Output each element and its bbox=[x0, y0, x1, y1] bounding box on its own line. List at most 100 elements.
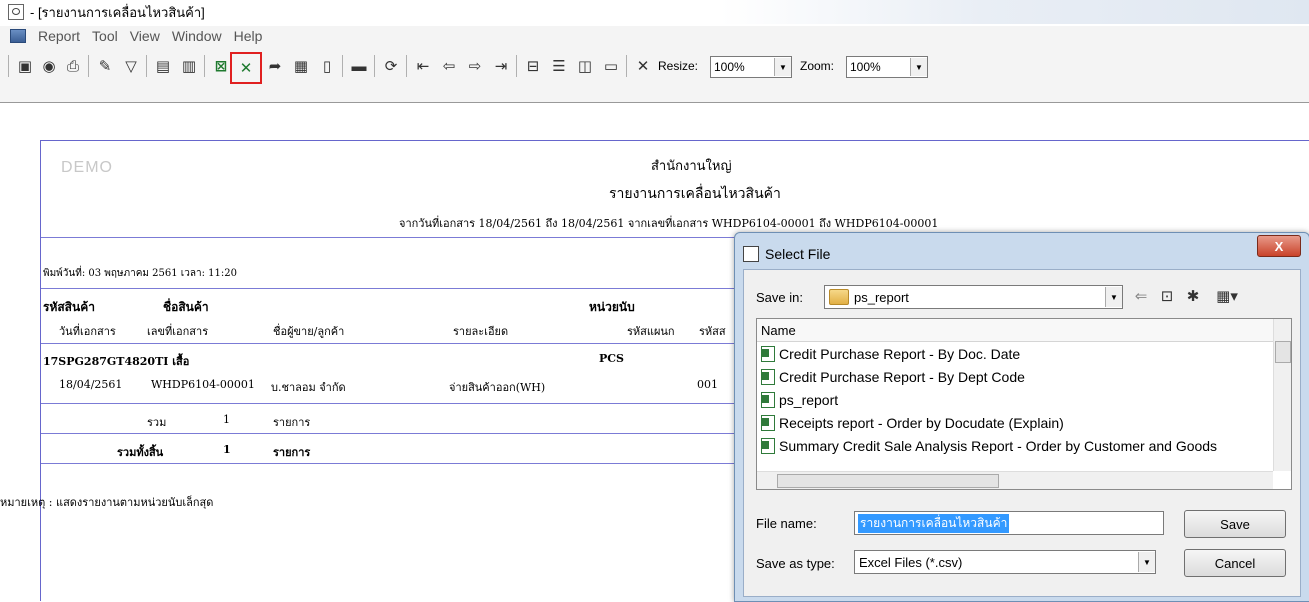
file-item[interactable]: Credit Purchase Report - By Doc. Date bbox=[761, 344, 1273, 364]
file-name: Credit Purchase Report - By Dept Code bbox=[779, 369, 1025, 385]
menu-window[interactable]: Window bbox=[166, 28, 228, 44]
report-setup-icon[interactable]: ▣ bbox=[14, 55, 36, 77]
toolbar-separator bbox=[146, 55, 147, 77]
calc-icon[interactable]: ▬ bbox=[348, 55, 370, 77]
divider bbox=[41, 433, 736, 434]
divider bbox=[41, 343, 736, 344]
column-name-label: Name bbox=[761, 323, 796, 338]
save-type-select[interactable]: Excel Files (*.csv) ▼ bbox=[854, 550, 1156, 574]
menu-report[interactable]: Report bbox=[32, 28, 86, 44]
excel-export-icon[interactable]: ✕ bbox=[230, 52, 262, 84]
dialog-title-bar[interactable]: Select File X bbox=[735, 233, 1309, 269]
menu-help[interactable]: Help bbox=[228, 28, 269, 44]
print-icon[interactable]: ⎙ bbox=[62, 55, 84, 77]
zoom-value: 100% bbox=[850, 60, 881, 74]
vertical-scrollbar[interactable] bbox=[1273, 319, 1291, 471]
layout4-icon[interactable]: ▭ bbox=[600, 55, 622, 77]
first-page-icon[interactable]: ⇤ bbox=[412, 55, 434, 77]
file-name-input[interactable]: รายงานการเคลื่อนไหวสินค้า bbox=[854, 511, 1164, 535]
item-unit: PCS bbox=[599, 352, 624, 365]
chevron-down-icon[interactable]: ▼ bbox=[1105, 287, 1122, 307]
scroll-thumb[interactable] bbox=[777, 474, 999, 488]
up-folder-icon[interactable]: ⊡ bbox=[1156, 285, 1178, 307]
grand-total-label: รวมทั้งสิ้น bbox=[117, 446, 164, 459]
save-button[interactable]: Save bbox=[1184, 510, 1286, 538]
header-doc-date: วันที่เอกสาร bbox=[59, 325, 116, 338]
chevron-down-icon[interactable]: ▼ bbox=[1138, 552, 1155, 572]
view-menu-icon[interactable]: ▦▾ bbox=[1210, 285, 1244, 307]
close-icon[interactable]: ✕ bbox=[632, 55, 654, 77]
column-header-name[interactable]: Name bbox=[757, 319, 1273, 342]
layout2-icon[interactable]: ☰ bbox=[548, 55, 570, 77]
file-name-label: File name: bbox=[756, 516, 817, 531]
file-item[interactable]: Receipts report - Order by Docudate (Exp… bbox=[761, 413, 1273, 433]
file-item[interactable]: Credit Purchase Report - By Dept Code bbox=[761, 367, 1273, 387]
divider bbox=[41, 237, 736, 238]
resize-select[interactable]: 100% ▼ bbox=[710, 56, 792, 78]
detail-dept: 001 bbox=[697, 378, 718, 391]
file-name: Summary Credit Sale Analysis Report - Or… bbox=[779, 438, 1218, 454]
resize-value: 100% bbox=[714, 60, 745, 74]
header-detail: รายละเอียด bbox=[453, 325, 509, 338]
header-wh: รหัสส bbox=[699, 325, 726, 338]
close-button[interactable]: X bbox=[1257, 235, 1301, 257]
company-name: สำนักงานใหญ่ bbox=[651, 159, 732, 174]
select-file-dialog: Select File X Save in: ps_report ▼ ⇐ ⊡ ✱… bbox=[734, 232, 1309, 602]
toolbar-separator bbox=[374, 55, 375, 77]
chevron-down-icon[interactable]: ▼ bbox=[910, 58, 927, 76]
toolbar-separator bbox=[204, 55, 205, 77]
toolbar-separator bbox=[8, 55, 9, 77]
file-list[interactable]: Name Credit Purchase Report - By Doc. Da… bbox=[756, 318, 1292, 490]
detail-doc-no: WHDP6104-00001 bbox=[151, 378, 255, 391]
last-page-icon[interactable]: ⇥ bbox=[490, 55, 512, 77]
chevron-down-icon[interactable]: ▼ bbox=[774, 58, 791, 76]
menu-bar: Report Tool View Window Help bbox=[0, 26, 1309, 47]
report-title: รายงานการเคลื่อนไหวสินค้า bbox=[609, 186, 781, 202]
back-icon[interactable]: ⇐ bbox=[1130, 285, 1152, 307]
excel-file-icon bbox=[761, 369, 775, 385]
zoom-select[interactable]: 100% ▼ bbox=[846, 56, 928, 78]
dialog-app-icon bbox=[743, 246, 759, 262]
dialog-title: Select File bbox=[765, 246, 831, 262]
prev-page-icon[interactable]: ⇦ bbox=[438, 55, 460, 77]
divider bbox=[41, 403, 736, 404]
excel-file-icon bbox=[761, 438, 775, 454]
file-name: Receipts report - Order by Docudate (Exp… bbox=[779, 415, 1064, 431]
next-page-icon[interactable]: ⇨ bbox=[464, 55, 486, 77]
horizontal-scrollbar[interactable] bbox=[757, 471, 1273, 489]
new-folder-icon[interactable]: ✱ bbox=[1182, 285, 1204, 307]
save-icon[interactable]: ▤ bbox=[152, 55, 174, 77]
grid-icon[interactable]: ▦ bbox=[290, 55, 312, 77]
print-date: พิมพ์วันที่: 03 พฤษภาคม 2561 เวลา: 11:20 bbox=[43, 268, 237, 279]
filter-icon[interactable]: ▽ bbox=[120, 55, 142, 77]
page-icon[interactable]: ▯ bbox=[316, 55, 338, 77]
subtotal-count: 1 bbox=[223, 413, 230, 426]
app-icon[interactable] bbox=[8, 4, 24, 20]
cancel-button[interactable]: Cancel bbox=[1184, 549, 1286, 577]
dialog-body: Save in: ps_report ▼ ⇐ ⊡ ✱ ▦▾ Name Credi… bbox=[743, 269, 1301, 597]
grand-total-count: 1 bbox=[223, 443, 231, 456]
preview-icon[interactable]: ◉ bbox=[38, 55, 60, 77]
scroll-thumb[interactable] bbox=[1275, 341, 1291, 363]
layout1-icon[interactable]: ⊟ bbox=[522, 55, 544, 77]
window-menu-icon[interactable] bbox=[10, 29, 26, 43]
toolbar: ▣ ◉ ⎙ ✎ ▽ ▤ ▥ ⊠ ✕ ➦ ▦ ▯ ▬ ⟳ ⇤ ⇦ ⇨ ⇥ ⊟ ☰ … bbox=[0, 46, 1309, 103]
file-name-value: รายงานการเคลื่อนไหวสินค้า bbox=[858, 513, 1010, 533]
layout3-icon[interactable]: ◫ bbox=[574, 55, 596, 77]
file-item[interactable]: Summary Credit Sale Analysis Report - Or… bbox=[761, 436, 1273, 456]
arrow-tool-icon[interactable]: ➦ bbox=[264, 55, 286, 77]
save-in-value: ps_report bbox=[854, 289, 909, 305]
refresh-icon[interactable]: ⟳ bbox=[380, 55, 402, 77]
save-in-select[interactable]: ps_report ▼ bbox=[824, 285, 1123, 309]
toolbar-separator bbox=[406, 55, 407, 77]
export-icon[interactable]: ▥ bbox=[178, 55, 200, 77]
edit-icon[interactable]: ✎ bbox=[94, 55, 116, 77]
menu-tool[interactable]: Tool bbox=[86, 28, 124, 44]
excel-icon[interactable]: ⊠ bbox=[210, 55, 232, 77]
menu-view[interactable]: View bbox=[124, 28, 166, 44]
title-bar: - [รายงานการเคลื่อนไหวสินค้า] bbox=[0, 0, 1309, 24]
report-note: หมายเหตุ : แสดงรายงานตามหน่วยนับเล็กสุด bbox=[0, 496, 214, 509]
file-item[interactable]: ps_report bbox=[761, 390, 1273, 410]
file-name: Credit Purchase Report - By Doc. Date bbox=[779, 346, 1021, 362]
watermark: DEMO bbox=[61, 159, 113, 176]
